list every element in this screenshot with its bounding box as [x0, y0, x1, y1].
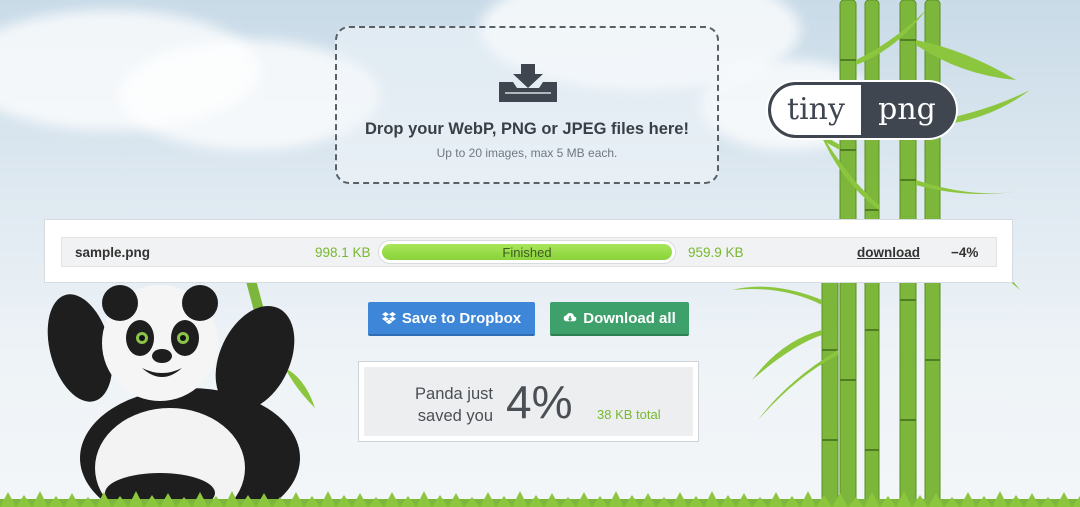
download-link[interactable]: download	[857, 245, 920, 260]
progress-bar: Finished	[378, 240, 676, 264]
logo-text-png: png	[878, 92, 936, 127]
savings-percent: −4%	[951, 245, 979, 260]
original-size: 998.1 KB	[315, 245, 371, 260]
savings-percent-large: 4%	[506, 376, 573, 428]
logo-text-tiny: tiny	[771, 85, 861, 135]
dropbox-icon	[381, 312, 396, 325]
panda-mascot-illustration	[47, 268, 315, 507]
progress-status: Finished	[502, 245, 552, 260]
grass-strip	[0, 491, 1080, 507]
compressed-size: 959.9 KB	[688, 245, 744, 260]
file-drop-zone[interactable]: Drop your WebP, PNG or JPEG files here! …	[335, 26, 719, 184]
savings-summary: Panda just saved you 4% 38 KB total	[358, 361, 699, 442]
download-all-button[interactable]: Download all	[550, 302, 689, 336]
cloud-download-icon	[563, 312, 577, 322]
file-row: sample.png 998.1 KB Finished 959.9 KB do…	[61, 237, 997, 267]
drop-zone-title: Drop your WebP, PNG or JPEG files here!	[365, 120, 689, 138]
save-to-dropbox-button[interactable]: Save to Dropbox	[368, 302, 535, 336]
download-all-label: Download all	[583, 309, 676, 327]
results-panel: sample.png 998.1 KB Finished 959.9 KB do…	[44, 219, 1013, 283]
file-name: sample.png	[75, 245, 151, 260]
savings-message: Panda just saved you	[415, 385, 493, 425]
drop-zone-subtitle: Up to 20 images, max 5 MB each.	[436, 146, 618, 160]
savings-total: 38 KB total	[597, 407, 661, 422]
save-to-dropbox-label: Save to Dropbox	[401, 309, 522, 327]
download-tray-icon	[499, 64, 557, 102]
tinypng-logo[interactable]: tiny png	[768, 82, 956, 138]
